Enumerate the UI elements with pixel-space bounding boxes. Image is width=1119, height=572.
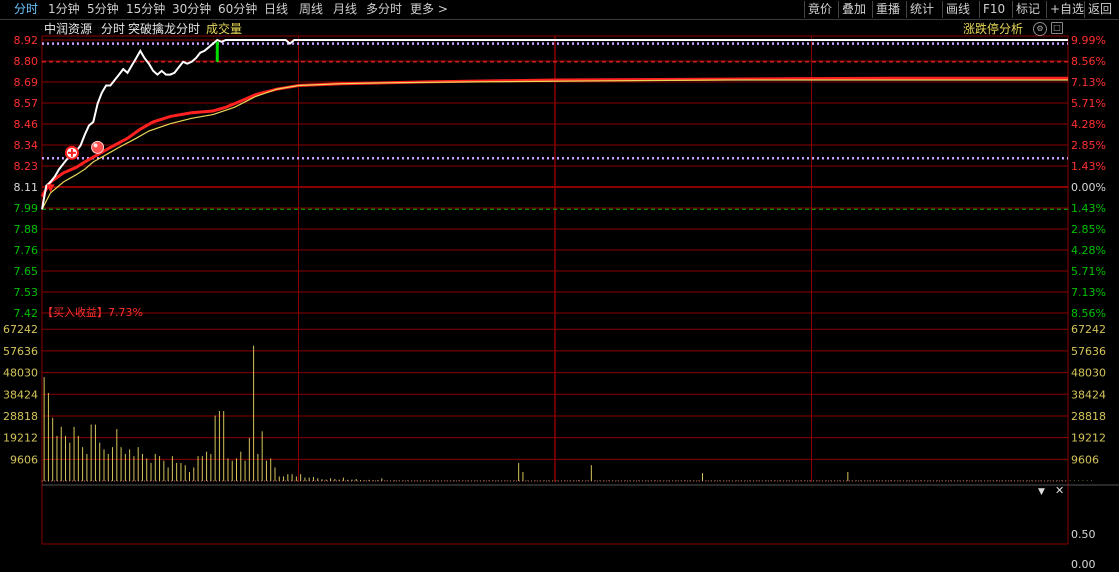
pct-tick-label: 9.99% [1071, 34, 1106, 47]
price-tick-label: 7.65 [14, 265, 39, 278]
pct-tick-label: 2.85% [1071, 223, 1106, 236]
price-tick-label: 7.88 [14, 223, 39, 236]
price-tick-label: 7.99 [14, 202, 39, 215]
volume-tick-label: 48030 [3, 367, 38, 380]
pct-tick-label: 8.56% [1071, 307, 1106, 320]
dropdown-chevron-icon[interactable]: ▼ [1038, 485, 1045, 499]
buy-profit-label: 【买入收益】7.73% [42, 306, 143, 319]
volume-tick-label-right: 57636 [1071, 345, 1106, 358]
signal-ball-highlight [93, 143, 98, 148]
pct-tick-label: 1.43% [1071, 202, 1106, 215]
volume-tick-label-right: 9606 [1071, 453, 1099, 466]
volume-tick-label: 19212 [3, 432, 38, 445]
price-tick-label: 8.34 [14, 139, 39, 152]
pct-tick-label: 4.28% [1071, 118, 1106, 131]
sub-panel-tick: 0.50 [1071, 528, 1096, 541]
volume-tick-label: 67242 [3, 323, 38, 336]
pct-tick-label: 2.85% [1071, 139, 1106, 152]
volume-tick-label: 9606 [10, 453, 38, 466]
price-tick-label: 8.11 [14, 181, 39, 194]
volume-tick-label-right: 28818 [1071, 410, 1106, 423]
volume-tick-label-right: 67242 [1071, 323, 1106, 336]
pct-tick-label: 4.28% [1071, 244, 1106, 257]
price-tick-label: 8.92 [14, 34, 39, 47]
sub-panel-tick: 0.00 [1071, 558, 1096, 571]
pct-tick-label: 5.71% [1071, 97, 1106, 110]
volume-tick-label-right: 38424 [1071, 388, 1106, 401]
volume-tick-label: 57636 [3, 345, 38, 358]
pct-tick-label: 5.71% [1071, 265, 1106, 278]
price-tick-label: 7.53 [14, 286, 39, 299]
pct-tick-label: 0.00% [1071, 181, 1106, 194]
buy-profit-value: 7.73% [108, 306, 143, 319]
limit-analysis-link[interactable]: 涨跌停分析 [963, 22, 1023, 36]
volume-tick-label-right: 48030 [1071, 367, 1106, 380]
close-icon[interactable]: ✕ [1055, 484, 1064, 498]
price-tick-label: 8.80 [14, 55, 39, 68]
chart-mode-label: 分时 [101, 22, 126, 36]
signal-ball-marker [91, 140, 105, 154]
volume-tick-label: 38424 [3, 388, 38, 401]
price-tick-label: 7.76 [14, 244, 39, 257]
volume-tick-label: 28818 [3, 410, 38, 423]
maximize-icon[interactable]: □ [1051, 22, 1063, 34]
price-tick-label: 8.69 [14, 76, 39, 89]
price-tick-label: 8.46 [14, 118, 39, 131]
indicator-name[interactable]: 突破擒龙分时 [128, 22, 200, 36]
settings-icon[interactable]: ⚙ [1033, 22, 1047, 36]
price-tick-label: 8.23 [14, 160, 39, 173]
pct-tick-label: 7.13% [1071, 76, 1106, 89]
pct-tick-label: 1.43% [1071, 160, 1106, 173]
stock-name[interactable]: 中润资源 [44, 22, 92, 36]
volume-label: 成交量 [206, 22, 243, 36]
pct-tick-label: 8.56% [1071, 55, 1106, 68]
pct-tick-label: 7.13% [1071, 286, 1106, 299]
intraday-chart: 8.92 9.99% 8.80 8.56% 8.69 7.13% 8.57 5.71% 8.46… [3, 34, 1119, 571]
volume-tick-label-right: 19212 [1071, 432, 1106, 445]
price-tick-label: 8.57 [14, 97, 39, 110]
price-tick-label: 7.42 [14, 307, 39, 320]
